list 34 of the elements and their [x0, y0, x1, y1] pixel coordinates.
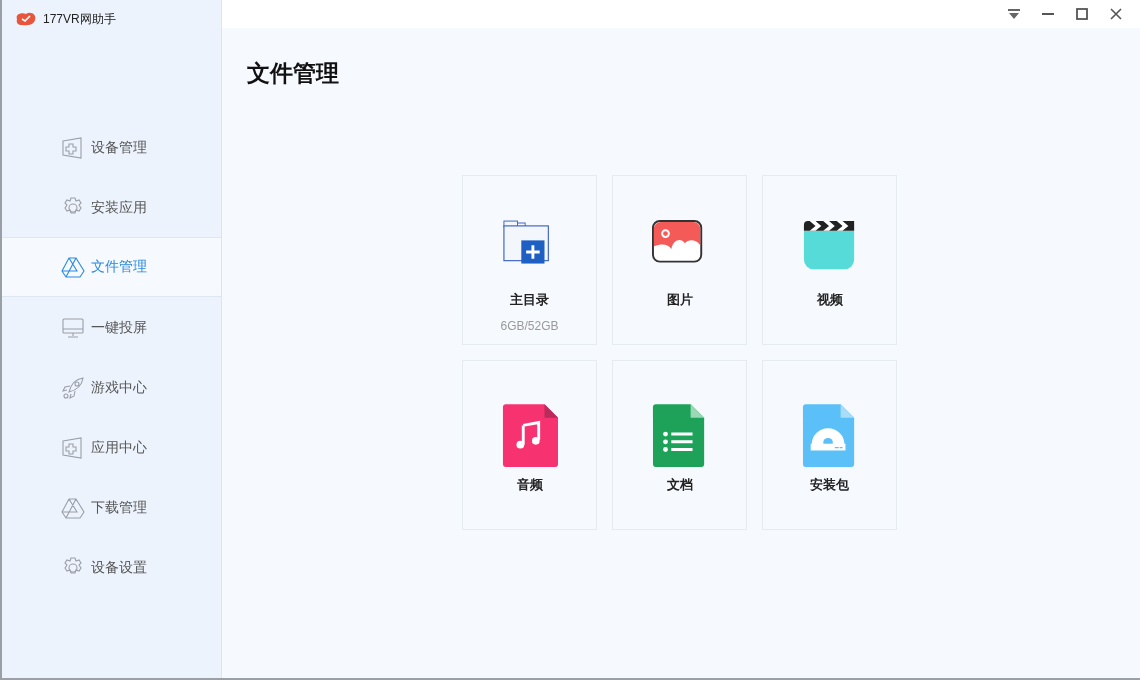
sidebar-item[interactable]: 游戏中心 [2, 357, 221, 417]
rocket-icon [61, 375, 85, 400]
window-icon [61, 435, 85, 460]
app-logo-icon [14, 11, 38, 27]
tile-label: 文档 [666, 476, 693, 494]
sidebar-item[interactable]: 一键投屏 [2, 297, 221, 357]
triangle-drive-icon [61, 495, 85, 520]
tile-label: 音频 [516, 476, 543, 494]
close-icon[interactable] [1110, 8, 1122, 20]
sidebar-item[interactable]: 下载管理 [2, 477, 221, 537]
file-category-tile[interactable]: 主目录 6GB/52GB [462, 175, 597, 345]
tile-label: 图片 [666, 291, 693, 309]
storage-usage: 6GB/52GB [500, 319, 559, 333]
sidebar-item[interactable]: 设备管理 [2, 117, 221, 177]
file-category-tile[interactable]: 视频 [762, 175, 897, 345]
sidebar-item[interactable]: 安装应用 [2, 177, 221, 237]
sidebar-item[interactable]: 文件管理 [2, 237, 221, 297]
dropdown-icon[interactable] [1008, 9, 1020, 19]
tile-label: 安装包 [810, 476, 849, 494]
sidebar-item[interactable]: 应用中心 [2, 417, 221, 477]
window-title: 177VR网助手 [43, 10, 116, 28]
triangle-drive-icon [61, 255, 85, 279]
file-category-tile[interactable]: 文档 [612, 360, 747, 530]
music-file-icon [501, 404, 558, 468]
monitor-icon [61, 315, 85, 340]
sidebar-item[interactable]: 设备设置 [2, 537, 221, 597]
tile-label: 视频 [816, 291, 843, 309]
window-icon [61, 135, 85, 160]
file-category-tile[interactable]: 安装包 [762, 360, 897, 530]
maximize-icon[interactable] [1076, 8, 1088, 20]
file-category-tile[interactable]: 音频 [462, 360, 597, 530]
page-title: 文件管理 [247, 59, 340, 88]
tile-label: 主目录 [510, 291, 549, 309]
file-category-tile[interactable]: 图片 [612, 175, 747, 345]
